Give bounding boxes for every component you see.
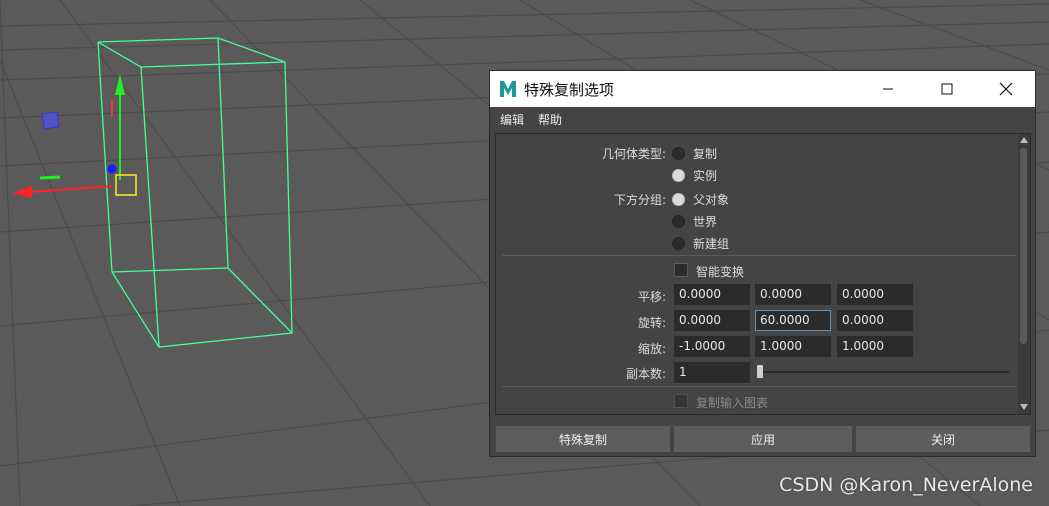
vertical-scrollbar[interactable] xyxy=(1018,134,1030,414)
group-under-label: 下方分组: xyxy=(613,193,666,207)
rotate-y-field[interactable]: 60.0000 xyxy=(755,310,831,331)
menu-edit[interactable]: 编辑 xyxy=(500,111,524,128)
scale-y-field[interactable]: 1.0000 xyxy=(755,336,831,357)
smart-transform-checkbox[interactable] xyxy=(674,263,688,277)
duplicate-input-graph-label: 复制输入图表 xyxy=(696,396,769,410)
scale-z-field[interactable]: 1.0000 xyxy=(837,336,913,357)
radio-world-label: 世界 xyxy=(693,215,718,229)
radio-new-group[interactable] xyxy=(672,237,685,250)
minimize-icon xyxy=(883,88,893,90)
selected-box-wireframe xyxy=(97,37,294,348)
scroll-down-icon[interactable] xyxy=(1020,404,1028,410)
duplicate-special-button[interactable]: 特殊复制 xyxy=(496,426,670,452)
rotate-z-field[interactable]: 0.0000 xyxy=(837,310,913,331)
radio-parent[interactable] xyxy=(672,193,685,206)
radio-parent-label: 父对象 xyxy=(693,193,730,207)
apply-button[interactable]: 应用 xyxy=(674,426,852,452)
scale-label: 缩放: xyxy=(637,342,666,356)
scroll-up-icon[interactable] xyxy=(1020,137,1028,143)
close-button[interactable]: 关闭 xyxy=(856,426,1030,452)
scrollbar-thumb[interactable] xyxy=(1020,148,1027,344)
copies-field[interactable]: 1 xyxy=(674,362,750,383)
minimize-button[interactable] xyxy=(865,71,911,107)
menu-help[interactable]: 帮助 xyxy=(538,111,562,128)
copies-label: 副本数: xyxy=(625,367,666,381)
translate-label: 平移: xyxy=(637,290,666,304)
radio-world[interactable] xyxy=(672,215,685,228)
separator xyxy=(502,386,1016,387)
copies-slider-thumb[interactable] xyxy=(757,365,763,378)
radio-new-group-label: 新建组 xyxy=(693,237,730,251)
radio-instance-label: 实例 xyxy=(693,169,718,183)
rotate-label: 旋转: xyxy=(637,316,666,330)
maximize-button[interactable] xyxy=(924,71,970,107)
title-bar[interactable]: 特殊复制选项 xyxy=(490,71,1035,107)
close-icon xyxy=(999,82,1013,96)
translate-y-field[interactable]: 0.0000 xyxy=(755,284,831,305)
geometry-type-label: 几何体类型: xyxy=(601,147,666,161)
menu-bar: 编辑 帮助 xyxy=(490,107,1035,131)
radio-copy-label: 复制 xyxy=(693,147,718,161)
maximize-icon xyxy=(941,83,953,95)
radio-copy[interactable] xyxy=(672,147,685,160)
close-window-button[interactable] xyxy=(983,71,1029,107)
duplicate-input-graph-checkbox[interactable] xyxy=(674,394,688,408)
translate-x-field[interactable]: 0.0000 xyxy=(674,284,750,305)
window-title: 特殊复制选项 xyxy=(524,81,615,99)
radio-instance[interactable] xyxy=(672,169,685,182)
separator xyxy=(502,255,1016,256)
watermark: CSDN @Karon_NeverAlone xyxy=(779,474,1033,496)
copies-slider-track[interactable] xyxy=(757,371,1009,373)
translate-z-field[interactable]: 0.0000 xyxy=(837,284,913,305)
duplicate-special-options-dialog: 特殊复制选项 编辑 帮助 几何体类型: 复制 实例 下方分组: 父对象 世界 新… xyxy=(489,70,1036,457)
options-panel: 几何体类型: 复制 实例 下方分组: 父对象 世界 新建组 智能变换 平移: 0… xyxy=(495,133,1031,415)
smart-transform-label: 智能变换 xyxy=(696,265,745,279)
scale-x-field[interactable]: -1.0000 xyxy=(674,336,750,357)
rotate-x-field[interactable]: 0.0000 xyxy=(674,310,750,331)
maya-logo-icon xyxy=(499,79,517,99)
